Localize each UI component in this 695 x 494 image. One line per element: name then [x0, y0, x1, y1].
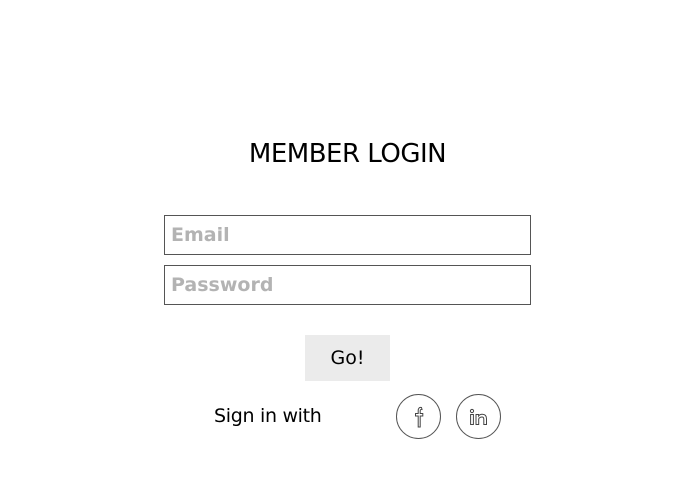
facebook-button[interactable] — [396, 394, 441, 439]
go-button[interactable]: Go! — [305, 335, 390, 381]
login-page: MEMBER LOGIN Go! Sign in with — [0, 0, 695, 494]
linkedin-icon — [469, 408, 489, 426]
page-title: MEMBER LOGIN — [248, 139, 447, 169]
password-field[interactable] — [164, 265, 531, 305]
sign-in-with-label: Sign in with — [214, 405, 322, 427]
linkedin-button[interactable] — [456, 394, 501, 439]
email-field[interactable] — [164, 215, 531, 255]
facebook-icon — [412, 404, 426, 430]
